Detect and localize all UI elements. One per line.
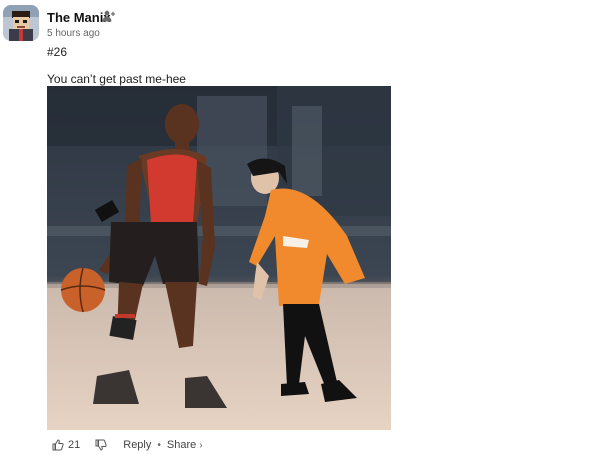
avatar[interactable] xyxy=(3,5,39,41)
share-button[interactable]: Share › xyxy=(167,439,203,451)
post-caption: You can’t get past me-hee xyxy=(47,72,186,86)
chevron-right-icon: › xyxy=(199,439,203,451)
share-label: Share xyxy=(166,439,197,451)
basketball-photo xyxy=(47,86,391,430)
like-count: 21 xyxy=(68,439,81,451)
post-actions: 21 Reply • Share › xyxy=(52,437,203,453)
thumbs-down-icon xyxy=(95,439,107,451)
thumbs-up-icon xyxy=(52,439,64,451)
like-button[interactable]: 21 xyxy=(52,439,80,451)
post-photo[interactable] xyxy=(47,86,391,430)
add-person-icon[interactable] xyxy=(102,10,116,22)
post-tag: #26 xyxy=(47,45,68,59)
dislike-button[interactable] xyxy=(95,439,107,451)
avatar-image xyxy=(3,5,39,41)
post-timestamp: 5 hours ago xyxy=(47,28,100,39)
separator-dot: • xyxy=(157,439,161,451)
reply-button[interactable]: Reply xyxy=(123,439,151,451)
